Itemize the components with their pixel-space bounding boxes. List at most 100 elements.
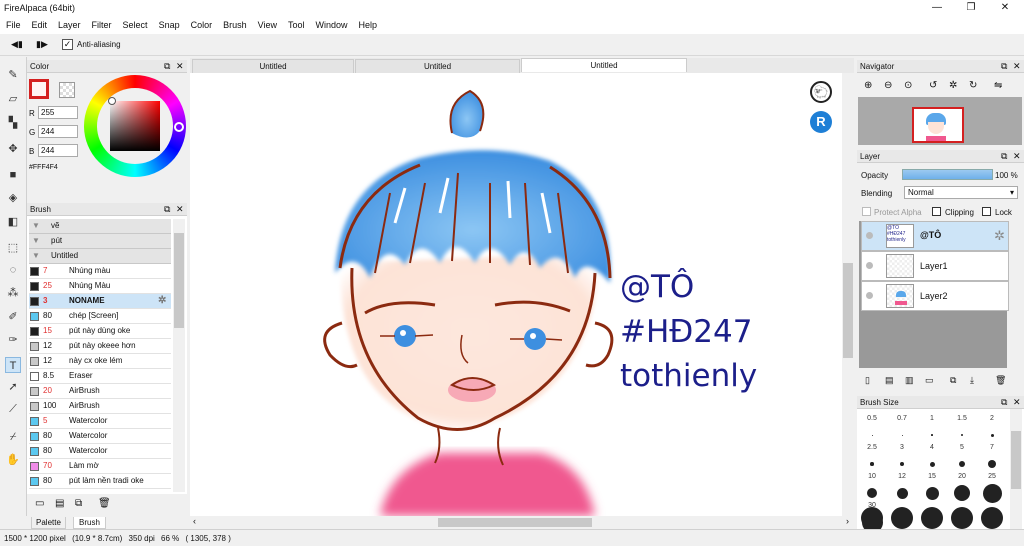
new-brush-icon[interactable]: ▭ [35,498,44,509]
merge-down-icon[interactable]: ⤓ [970,375,974,386]
maximize-button[interactable]: ❐ [954,0,988,17]
doc-tab-active[interactable]: Untitled [521,58,687,72]
close-panel-icon[interactable]: ✕ [1013,151,1021,162]
brush-scrollbar[interactable] [173,219,185,492]
layer-row[interactable]: @TÔ #HĐ247 tothienly @TÔ ✲ [861,221,1009,251]
brush-size-dot[interactable] [891,507,913,529]
navigator-viewport[interactable] [912,107,964,143]
brush-size-dot[interactable] [929,461,935,467]
gear-icon[interactable]: ✲ [994,228,1005,244]
sv-picker-handle[interactable] [108,97,116,105]
scroll-left-icon[interactable]: ‹ [193,516,196,526]
dot-tool-icon[interactable]: ▚ [5,115,21,131]
menu-filter[interactable]: Filter [86,17,117,30]
new-layer-icon[interactable]: ▯ [865,375,870,386]
brush-group[interactable]: ▼ vẽ [29,219,171,234]
brush-size-dot[interactable] [954,485,970,501]
layer-row[interactable]: Layer2 [861,281,1009,311]
brush-scroll-thumb[interactable] [174,233,184,328]
menu-layer[interactable]: Layer [52,17,86,30]
expand-triangle-icon[interactable]: ▼ [32,236,40,245]
gear-icon[interactable]: ✲ [158,295,166,306]
brush-size-dot[interactable] [961,434,963,436]
close-button[interactable]: ✕ [988,0,1022,17]
magic-wand-tool-icon[interactable]: ⁂ [5,285,21,301]
float-panel-icon[interactable]: ⧉ [164,204,170,215]
brush-item[interactable]: 15 pút này dùng oke [29,324,171,339]
move-tool-icon[interactable]: ✥ [5,141,21,157]
close-panel-icon[interactable]: ✕ [176,61,184,72]
brush-item[interactable]: 80 chép [Screen] [29,309,171,324]
operation-tool-icon[interactable]: ➚ [5,379,21,395]
brush-size-dot[interactable] [900,462,904,466]
protect-alpha-checkbox[interactable] [862,207,871,216]
brush-size-dot[interactable] [931,434,933,436]
lock-checkbox[interactable] [982,207,991,216]
eyedropper-tool-icon[interactable]: ⌿ [5,429,21,445]
bucket-tool-icon[interactable]: ◈ [5,190,21,206]
brush-item[interactable]: 80 Watercolor [29,444,171,459]
doc-tab[interactable]: Untitled [355,59,520,73]
new-brush-folder-icon[interactable]: ▤ [55,498,64,509]
brush-item[interactable]: 80 pút làm nền tradi oke [29,474,171,489]
antialiasing-checkbox[interactable]: ✓ [62,39,73,50]
duplicate-brush-icon[interactable]: ⧉ [75,498,82,509]
float-panel-icon[interactable]: ⧉ [1001,151,1007,162]
minimize-button[interactable]: — [920,0,954,17]
brush-item[interactable]: 8.5 Eraser [29,369,171,384]
app-badge-icon[interactable]: R [810,111,832,133]
new-folder-icon[interactable]: ▭ [925,375,934,386]
menu-file[interactable]: File [0,17,26,30]
delete-brush-icon[interactable]: 🗑 [98,498,111,509]
rotate-left-icon[interactable]: ↺ [929,80,937,91]
zoom-reset-icon[interactable]: ⊙ [904,80,912,91]
brush-item[interactable]: 5 Watercolor [29,414,171,429]
brush-item[interactable]: 70 Làm mờ [29,459,171,474]
hide-left-panel-icon[interactable]: ◀▮ [11,39,23,50]
close-panel-icon[interactable]: ✕ [1013,61,1021,72]
canvas-horizontal-scrollbar[interactable]: ‹ › [190,516,854,529]
blending-select[interactable]: Normal ▾ [904,186,1018,199]
clipping-checkbox[interactable] [932,207,941,216]
select-tool-icon[interactable]: ⬚ [5,240,21,256]
brush-item[interactable]: 20 AirBrush [29,384,171,399]
new-1bit-layer-icon[interactable]: ▥ [905,375,914,386]
doc-tab[interactable]: Untitled [192,59,354,73]
drawing-canvas[interactable]: @TÔ #HĐ247 tothienly 🐑 R [190,73,842,516]
alpaca-mascot-icon[interactable]: 🐑 [810,81,832,103]
brush-size-dot[interactable] [901,434,903,436]
canvas-v-scroll-thumb[interactable] [843,263,853,358]
fill-tool-icon[interactable]: ■ [5,167,21,183]
brush-size-dot[interactable] [990,433,994,437]
delete-layer-icon[interactable]: 🗑 [995,375,1006,386]
menu-select[interactable]: Select [117,17,153,30]
background-color-swatch[interactable] [59,82,75,98]
brush-size-dot[interactable] [959,461,965,467]
pen-tool-icon[interactable]: ✎ [5,67,21,83]
brush-size-dot[interactable] [981,507,1003,529]
layer-visibility-icon[interactable] [866,232,873,239]
menu-help[interactable]: Help [353,17,383,30]
layer-row[interactable]: Layer1 [861,251,1009,281]
opacity-slider[interactable] [902,169,993,180]
menu-window[interactable]: Window [310,17,353,30]
gradient-tool-icon[interactable]: ◧ [5,214,21,230]
green-input[interactable]: 244 [38,125,78,138]
brush-size-scroll-thumb[interactable] [1011,431,1021,489]
zoom-in-icon[interactable]: ⊕ [864,80,872,91]
brush-item[interactable]: 12 này cx oke lém [29,354,171,369]
flip-icon[interactable]: ⇋ [994,80,1002,91]
float-panel-icon[interactable]: ⧉ [1001,397,1007,408]
zoom-out-icon[interactable]: ⊖ [884,80,892,91]
blue-input[interactable]: 244 [38,144,78,157]
menu-view[interactable]: View [252,17,282,30]
brush-size-dot[interactable] [861,507,883,529]
brush-group[interactable]: ▼ pút [29,234,171,249]
red-input[interactable]: 255 [38,106,78,119]
brush-size-dot[interactable] [921,507,943,529]
rotate-right-icon[interactable]: ↻ [969,80,977,91]
layer-visibility-icon[interactable] [866,262,873,269]
tab-palette[interactable]: Palette [31,517,66,529]
menu-brush[interactable]: Brush [217,17,252,30]
canvas-vertical-scrollbar[interactable] [842,73,854,516]
